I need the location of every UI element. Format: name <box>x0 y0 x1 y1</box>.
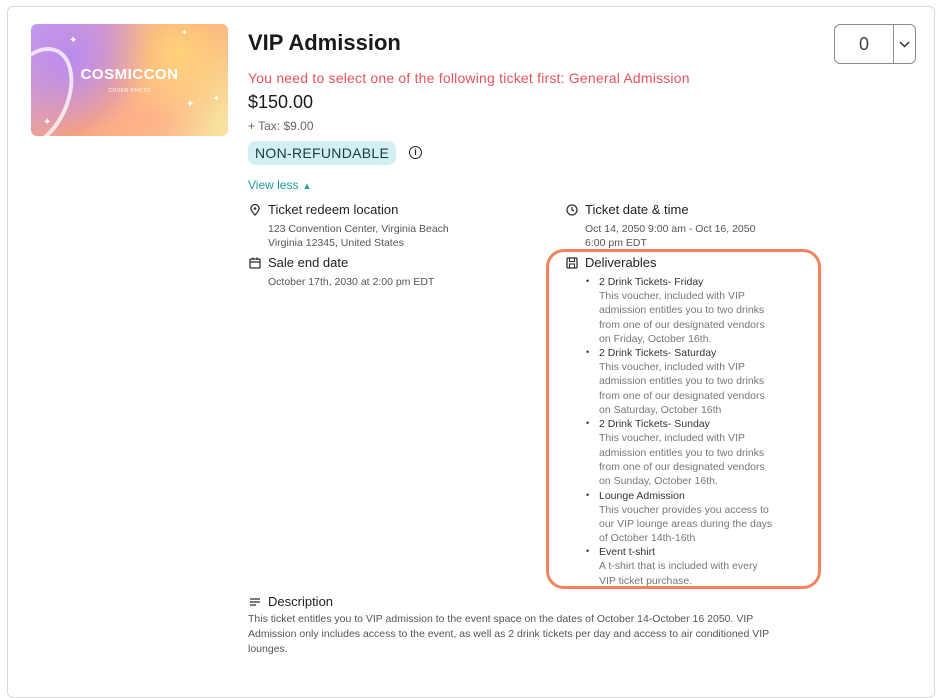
quantity-select[interactable]: 0 <box>834 24 916 64</box>
bullet: • <box>586 347 590 358</box>
save-icon <box>566 257 578 269</box>
quantity-value: 0 <box>858 34 869 54</box>
sale-end-value: October 17th, 2030 at 2:00 pm EDT <box>268 276 435 288</box>
prerequisite-warning: You need to select one of the following … <box>248 70 690 86</box>
deliverable-desc: from one of our designated vendors <box>599 389 765 402</box>
event-cover-image: ✦ ✦ ✦ ✦ ✦ COSMICCON COVER PHOTO <box>31 24 228 136</box>
chevron-down-icon[interactable] <box>894 25 915 63</box>
ticket-title: VIP Admission <box>248 30 401 55</box>
deliverable-desc: A t-shirt that is included with every <box>599 560 758 573</box>
deliverable-desc: admission entitles you to two drinks <box>599 304 765 317</box>
sparkle-icon: ✦ <box>69 35 78 46</box>
deliverables-heading: Deliverables <box>585 255 657 270</box>
sparkle-icon: ✦ <box>186 99 195 110</box>
ring-decoration <box>31 34 89 136</box>
list-item: • Lounge Admission This voucher provides… <box>583 489 798 546</box>
deliverable-desc: This voucher provides you access to <box>599 503 769 516</box>
deliverable-desc: of October 14th-16th <box>599 532 696 545</box>
bullet: • <box>586 418 590 429</box>
deliverable-name: Event t-shirt <box>599 546 656 559</box>
map-pin-icon <box>249 203 261 216</box>
deliverable-desc: on Sunday, October 16th. <box>599 475 718 488</box>
calendar-icon <box>249 257 261 269</box>
list-item: • 2 Drink Tickets- Sunday This voucher, … <box>583 417 798 488</box>
deliverable-desc: on Saturday, October 16th <box>599 404 722 417</box>
description-heading: Description <box>268 594 334 609</box>
date-time-line1: Oct 14, 2050 9:00 am - Oct 16, 2050 <box>585 223 756 235</box>
chevron-up-icon: ▲ <box>302 181 312 191</box>
deliverable-desc: admission entitles you to two drinks <box>599 446 765 459</box>
deliverable-name: 2 Drink Tickets- Friday <box>599 276 704 288</box>
deliverable-desc: This voucher, included with VIP <box>599 432 745 445</box>
sparkle-icon: ✦ <box>213 94 220 103</box>
info-icon[interactable]: i <box>409 146 422 159</box>
deliverable-desc: admission entitles you to two drinks <box>599 375 765 388</box>
sale-end-heading: Sale end date <box>268 255 349 270</box>
list-item: • 2 Drink Tickets- Friday This voucher, … <box>583 275 798 346</box>
list-item: • Event t-shirt A t-shirt that is includ… <box>583 545 798 588</box>
description-line: lounges. <box>248 643 288 655</box>
lines-icon <box>249 596 261 608</box>
deliverable-desc: This voucher, included with VIP <box>599 361 745 374</box>
deliverable-desc: on Friday, October 16th. <box>599 332 712 345</box>
sparkle-icon: ✦ <box>181 28 188 37</box>
list-item: • 2 Drink Tickets- Saturday This voucher… <box>583 346 798 417</box>
date-time-line2: 6:00 pm EDT <box>585 237 647 249</box>
description-line: Admission only includes access to the ev… <box>248 628 770 640</box>
description-line: This ticket entitles you to VIP admissio… <box>248 613 754 625</box>
description-text: This ticket entitles you to VIP admissio… <box>248 612 838 657</box>
refund-policy-badge: NON-REFUNDABLE <box>248 141 397 165</box>
deliverable-desc: from one of our designated vendors <box>599 318 765 331</box>
deliverable-desc: our VIP lounge areas during the days <box>599 517 773 530</box>
deliverables-list: • 2 Drink Tickets- Friday This voucher, … <box>583 275 798 588</box>
deliverable-name: 2 Drink Tickets- Sunday <box>599 418 710 431</box>
deliverable-name: 2 Drink Tickets- Saturday <box>599 347 717 360</box>
redeem-location-line1: 123 Convention Center, Virginia Beach <box>268 223 449 235</box>
deliverable-name: Lounge Admission <box>599 489 685 502</box>
view-less-label: View less <box>248 178 299 192</box>
bullet: • <box>586 276 590 286</box>
deliverable-desc: VIP ticket purchase. <box>599 574 693 587</box>
redeem-location-heading: Ticket redeem location <box>268 202 399 217</box>
sparkle-icon: ✦ <box>43 117 52 128</box>
date-time-heading: Ticket date & time <box>585 202 689 217</box>
redeem-location-line2: Virginia 12345, United States <box>268 237 404 249</box>
deliverable-desc: from one of our designated vendors <box>599 460 765 473</box>
view-less-link[interactable]: View less ▲ <box>248 178 311 192</box>
cover-subtitle: COVER PHOTO <box>108 88 151 94</box>
deliverable-desc: This voucher, included with VIP <box>599 290 745 302</box>
cover-brand-text: COSMICCON <box>80 66 179 83</box>
bullet: • <box>586 489 590 500</box>
bullet: • <box>586 546 590 557</box>
ticket-tax: + Tax: $9.00 <box>248 119 314 133</box>
ticket-price: $150.00 <box>248 92 314 112</box>
clock-icon <box>566 204 578 216</box>
